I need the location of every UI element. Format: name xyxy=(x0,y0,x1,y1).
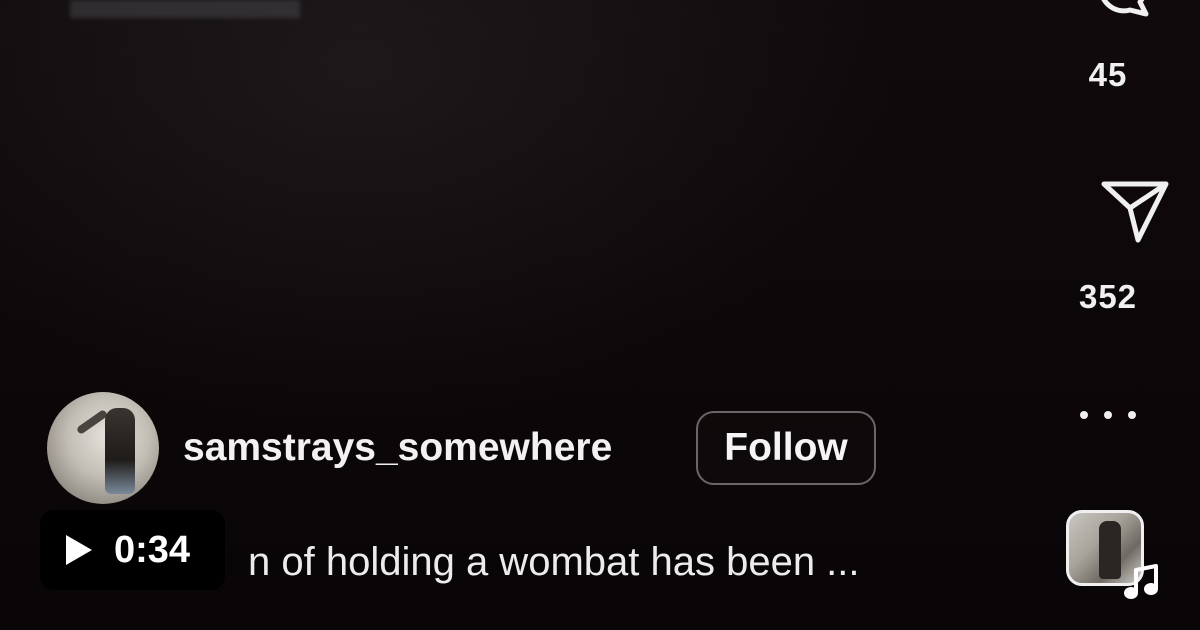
avatar-figure xyxy=(105,408,135,494)
author-username[interactable]: samstrays_somewhere xyxy=(183,426,612,470)
top-overlay-fragment xyxy=(70,0,300,18)
video-duration: 0:34 xyxy=(114,528,191,571)
paper-plane-icon[interactable] xyxy=(1100,178,1170,244)
more-dot-2 xyxy=(1104,411,1112,419)
comment-bubble-icon[interactable] xyxy=(1094,0,1154,30)
music-note-icon xyxy=(1124,564,1158,599)
author-avatar[interactable] xyxy=(47,392,159,504)
video-post-frame[interactable]: 45 352 samstrays_somewhere Follow n of h… xyxy=(0,0,1200,630)
more-dot-3 xyxy=(1128,411,1136,419)
more-horizontal-icon[interactable] xyxy=(1080,400,1136,430)
audio-thumbnail-figure xyxy=(1099,521,1121,579)
avatar-figure-arm xyxy=(75,408,109,436)
more-dot-1 xyxy=(1080,411,1088,419)
post-caption[interactable]: n of holding a wombat has been ... xyxy=(248,540,860,585)
video-duration-badge[interactable]: 0:34 xyxy=(40,510,225,590)
follow-button[interactable]: Follow xyxy=(696,411,876,485)
play-icon xyxy=(66,535,92,565)
comments-count: 45 xyxy=(1088,56,1128,93)
shares-count: 352 xyxy=(1078,278,1138,315)
